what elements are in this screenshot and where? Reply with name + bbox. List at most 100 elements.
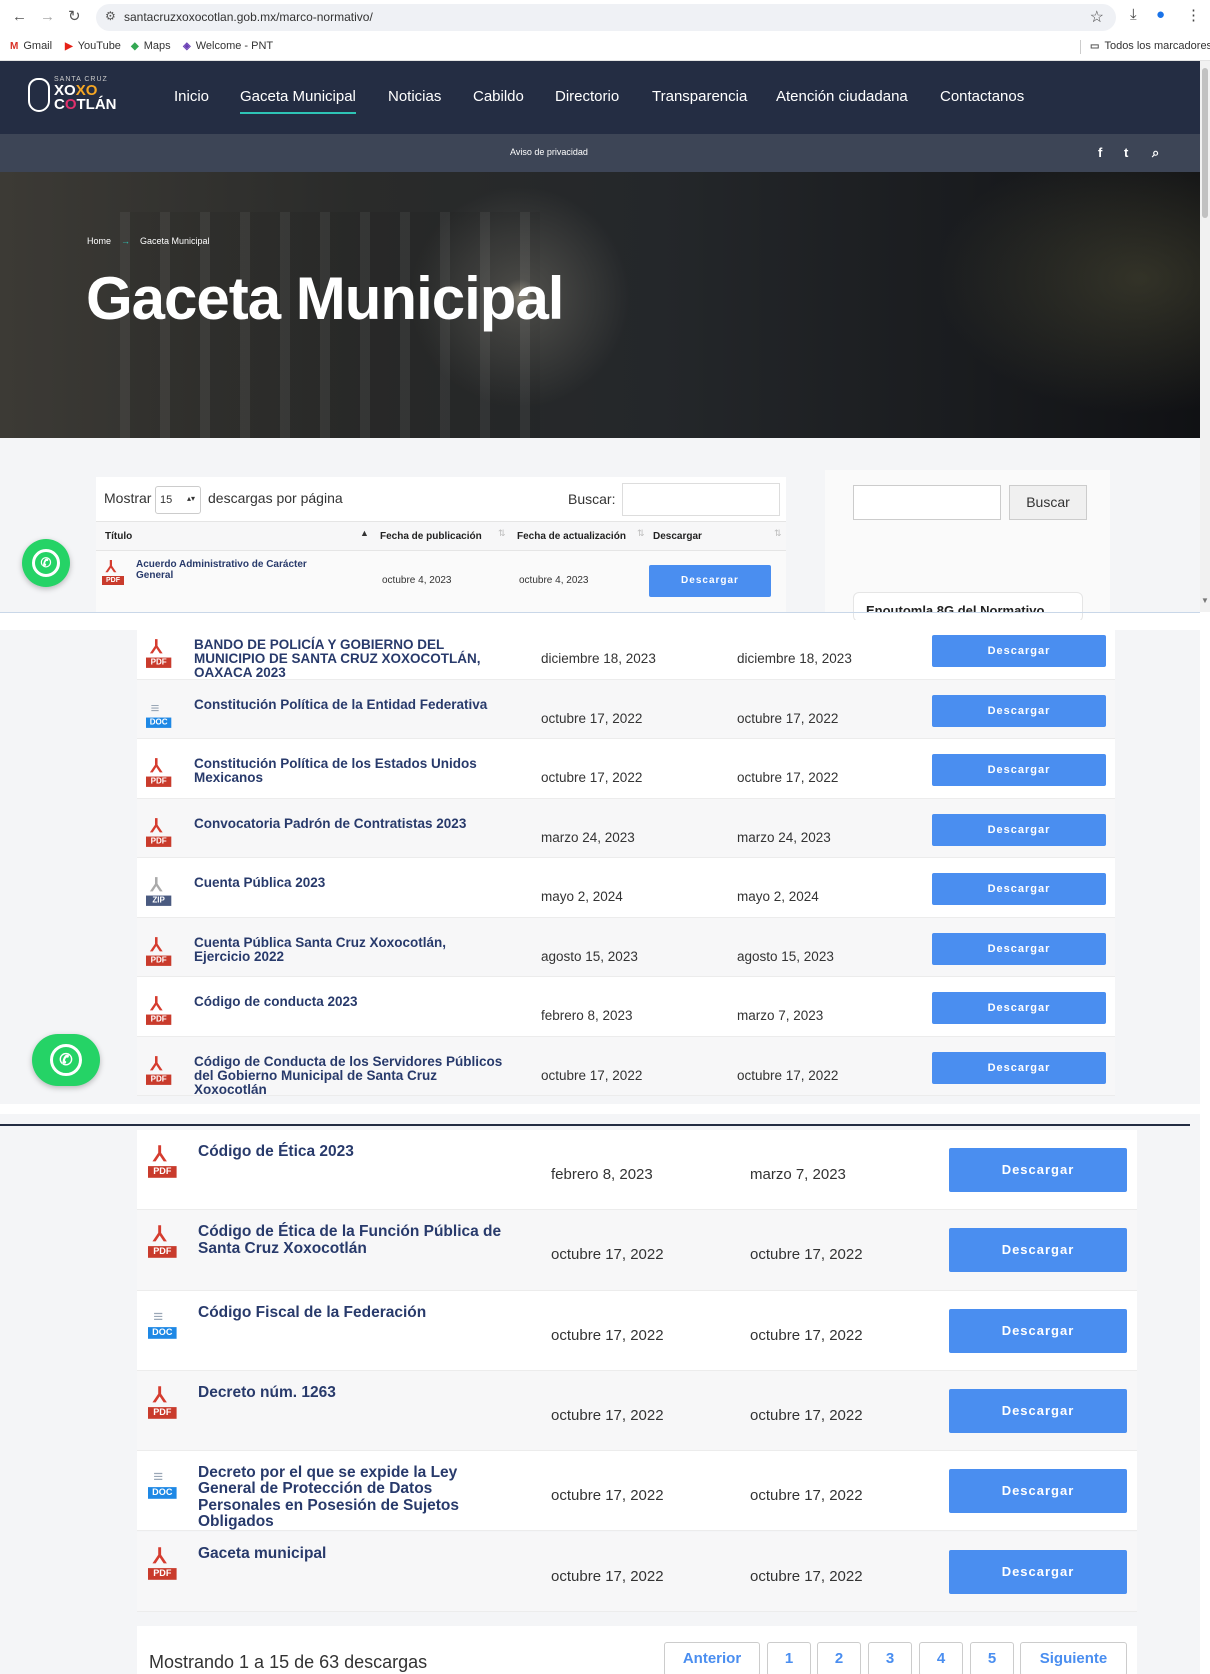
search-icon[interactable]: ⌕ — [1152, 145, 1159, 161]
profile-icon[interactable]: ● — [1156, 6, 1165, 23]
download-button[interactable]: Descargar — [932, 1051, 1106, 1084]
address-bar[interactable]: ⚙ santacruzxoxocotlan.gob.mx/marco-norma… — [96, 4, 1116, 31]
download-button[interactable]: Descargar — [932, 873, 1106, 905]
document-title-link[interactable]: Código de Conducta de los Servidores Púb… — [194, 1054, 504, 1098]
document-title-link[interactable]: BANDO DE POLICÍA Y GOBIERNO DEL MUNICIPI… — [194, 637, 504, 681]
sort-icon[interactable]: ⇅ — [637, 528, 645, 539]
document-title-link[interactable]: Decreto por el que se expide la Ley Gene… — [198, 1465, 518, 1530]
document-title-link[interactable]: Convocatoria Padrón de Contratistas 2023 — [194, 816, 504, 831]
update-date: marzo 7, 2023 — [737, 1008, 824, 1023]
document-title-link[interactable]: Cuenta Pública 2023 — [194, 875, 504, 890]
pagination-page-2[interactable]: 2 — [817, 1642, 861, 1674]
pdf-file-icon: ⅄ PDF — [148, 1224, 177, 1259]
publication-date: octubre 4, 2023 — [382, 575, 452, 586]
col-fecha-actualizacion[interactable]: Fecha de actualización — [517, 531, 626, 542]
pagination-page-4[interactable]: 4 — [919, 1642, 963, 1674]
nav-cabildo[interactable]: Cabildo — [473, 88, 524, 105]
document-title-link[interactable]: Constitución Política de los Estados Uni… — [194, 756, 504, 785]
screenshot-divider — [0, 612, 1200, 613]
download-button[interactable]: Descargar — [949, 1148, 1127, 1192]
document-title-link[interactable]: Acuerdo Administrativo de Carácter Gener… — [136, 559, 341, 581]
sort-icon[interactable]: ⇅ — [774, 528, 782, 539]
document-title-link[interactable]: Código de Ética 2023 — [198, 1143, 518, 1160]
all-bookmarks[interactable]: ▭ Todos los marcadores — [1090, 40, 1210, 52]
scrollbar-thumb[interactable] — [1202, 68, 1208, 218]
col-titulo[interactable]: Título — [105, 531, 132, 542]
whatsapp-button[interactable]: ✆ — [32, 1034, 100, 1086]
document-title-link[interactable]: Decreto núm. 1263 — [198, 1384, 518, 1401]
folder-icon: ▭ — [1090, 40, 1100, 52]
download-button[interactable]: Descargar — [932, 635, 1106, 667]
download-button[interactable]: Descargar — [932, 754, 1106, 786]
document-title-link[interactable]: Código Fiscal de la Federación — [198, 1304, 518, 1321]
col-fecha-publicacion[interactable]: Fecha de publicación — [380, 531, 482, 542]
publication-date: agosto 15, 2023 — [541, 948, 638, 964]
document-title-link[interactable]: Código de conducta 2023 — [194, 994, 504, 1009]
per-page-select[interactable]: 15 ▴▾ — [155, 486, 201, 514]
reload-icon[interactable]: ↻ — [68, 8, 81, 26]
bookmark-label: Maps — [143, 40, 171, 52]
download-button[interactable]: Descargar — [949, 1549, 1127, 1594]
content-section: Mostrar 15 ▴▾ descargas por página Buscar… — [0, 438, 1200, 622]
pagination-prev[interactable]: Anterior — [664, 1642, 760, 1674]
download-button[interactable]: Descargar — [649, 565, 771, 597]
bookmark-youtube[interactable]: ▶ YouTube — [65, 40, 121, 52]
pagination-page-1[interactable]: 1 — [767, 1642, 811, 1674]
pagination-page-5[interactable]: 5 — [970, 1642, 1014, 1674]
sort-icon[interactable]: ⇅ — [498, 528, 506, 539]
document-title-link[interactable]: Cuenta Pública Santa Cruz Xoxocotlán, Ej… — [194, 935, 504, 964]
download-button[interactable]: Descargar — [932, 694, 1106, 727]
nav-inicio[interactable]: Inicio — [174, 88, 209, 105]
bookmark-gmail[interactable]: M Gmail — [10, 40, 52, 52]
menu-kebab-icon[interactable]: ⋮ — [1186, 6, 1201, 24]
bookmark-star-icon[interactable]: ☆ — [1090, 7, 1104, 27]
download-icon[interactable]: ⤓ — [1130, 6, 1137, 23]
update-date: octubre 17, 2022 — [737, 710, 839, 726]
twitter-icon[interactable]: t — [1124, 145, 1128, 160]
breadcrumb: Home → Gaceta Municipal — [87, 236, 210, 246]
whatsapp-button[interactable]: ✆ — [22, 539, 70, 587]
nav-transparencia[interactable]: Transparencia — [652, 88, 747, 105]
nav-atencion-ciudadana[interactable]: Atención ciudadana — [776, 88, 908, 105]
table-row: ⅄ PDF Convocatoria Padrón de Contratistas … — [137, 798, 1115, 858]
pagination-page-3[interactable]: 3 — [868, 1642, 912, 1674]
breadcrumb-home[interactable]: Home — [87, 236, 111, 246]
download-button[interactable]: Descargar — [949, 1388, 1127, 1433]
download-button[interactable]: Descargar — [932, 932, 1106, 965]
sidebar-card: Enoutomla 8G del Normativo — [853, 592, 1083, 622]
table-header: Título ▲ Fecha de publicación ⇅ Fecha de… — [96, 521, 786, 551]
per-page-suffix: descargas por página — [208, 490, 343, 506]
nav-noticias[interactable]: Noticias — [388, 88, 441, 105]
gmail-icon: M — [10, 40, 19, 52]
nav-directorio[interactable]: Directorio — [555, 88, 619, 105]
site-logo[interactable]: SANTA CRUZ XOXO COTLÁN — [24, 76, 119, 116]
facebook-icon[interactable]: f — [1098, 145, 1102, 160]
sort-asc-icon[interactable]: ▲ — [360, 528, 369, 538]
download-button[interactable]: Descargar — [949, 1228, 1127, 1273]
sidebar-search-input[interactable] — [853, 485, 1001, 520]
download-button[interactable]: Descargar — [932, 813, 1106, 846]
back-icon[interactable]: ← — [12, 8, 27, 26]
bookmark-maps[interactable]: ◆ Maps — [131, 40, 171, 52]
bookmark-pnt[interactable]: ◈ Welcome - PNT — [183, 40, 273, 52]
table-search-input[interactable] — [622, 483, 780, 516]
scroll-down-icon[interactable]: ▼ — [1201, 596, 1209, 605]
download-button[interactable]: Descargar — [949, 1469, 1127, 1514]
privacy-link[interactable]: Aviso de privacidad — [510, 147, 588, 157]
document-title-link[interactable]: Código de Ética de la Función Pública de… — [198, 1224, 518, 1257]
download-button[interactable]: Descargar — [949, 1308, 1127, 1353]
table-row: ⅄ PDF Gaceta municipal octubre 17, 2022 octu… — [137, 1531, 1137, 1612]
sidebar-search-button[interactable]: Buscar — [1009, 485, 1087, 520]
site-settings-icon[interactable]: ⚙ — [105, 9, 116, 23]
forward-icon[interactable]: → — [40, 8, 55, 26]
pdf-file-icon: ⅄ PDF — [102, 559, 126, 585]
update-date: octubre 17, 2022 — [750, 1246, 863, 1264]
document-title-link[interactable]: Constitución Política de la Entidad Fede… — [194, 697, 504, 712]
document-title-link[interactable]: Gaceta municipal — [198, 1545, 518, 1562]
downloads-table-panel: Mostrar 15 ▴▾ descargas por página Buscar… — [96, 477, 786, 612]
search-label: Buscar: — [568, 491, 616, 507]
download-button[interactable]: Descargar — [932, 992, 1106, 1024]
nav-gaceta-municipal[interactable]: Gaceta Municipal — [240, 88, 356, 114]
nav-contactanos[interactable]: Contactanos — [940, 88, 1024, 105]
pagination-next[interactable]: Siguiente — [1020, 1642, 1127, 1674]
